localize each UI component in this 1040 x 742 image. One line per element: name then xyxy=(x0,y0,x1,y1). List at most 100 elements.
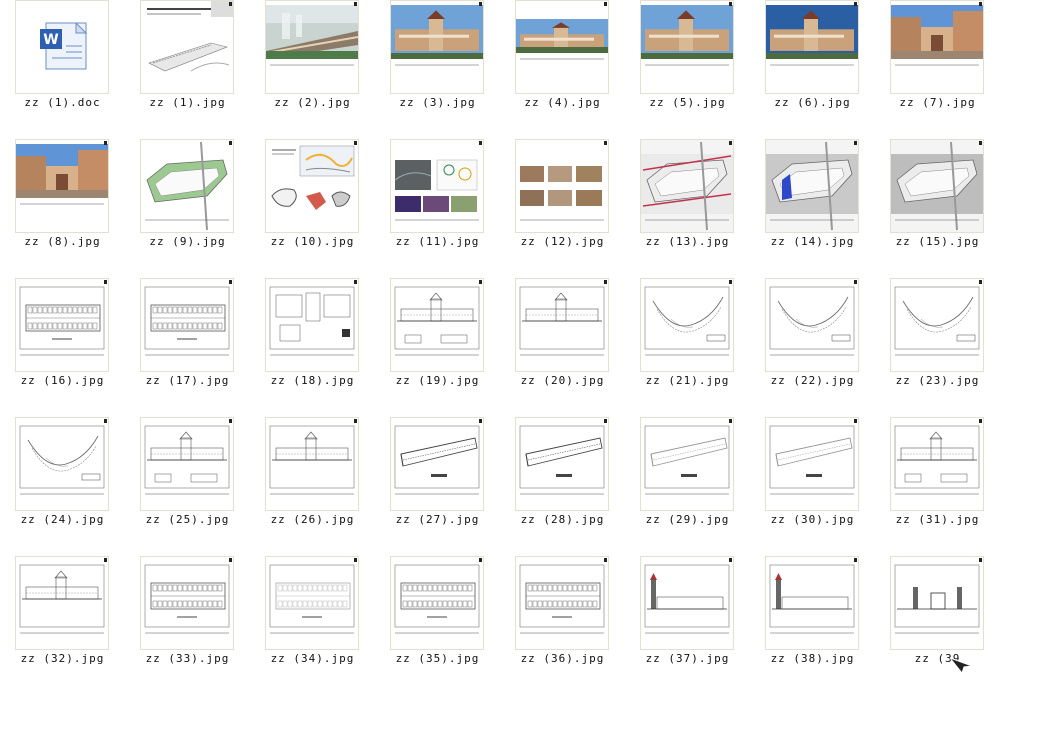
file-item-image[interactable]: zz (10).jpg xyxy=(250,139,375,277)
file-item-image[interactable]: zz (25).jpg xyxy=(125,417,250,555)
file-item-image[interactable]: zz (9).jpg xyxy=(125,139,250,277)
file-item-image[interactable]: zz (19).jpg xyxy=(375,278,500,416)
file-name-label[interactable]: zz (21).jpg xyxy=(625,374,750,387)
file-name-label[interactable]: zz (20).jpg xyxy=(500,374,625,387)
file-item-image[interactable]: zz (32).jpg xyxy=(0,556,125,694)
image-thumbnail[interactable] xyxy=(890,417,984,511)
file-item-image[interactable]: zz (21).jpg xyxy=(625,278,750,416)
image-thumbnail[interactable] xyxy=(390,139,484,233)
image-thumbnail[interactable] xyxy=(140,417,234,511)
file-item-image[interactable]: zz (23).jpg xyxy=(875,278,1000,416)
file-item-image[interactable]: zz (2).jpg xyxy=(250,0,375,138)
image-thumbnail[interactable] xyxy=(265,556,359,650)
file-name-label[interactable]: zz (15).jpg xyxy=(875,235,1000,248)
file-name-label[interactable]: zz (27).jpg xyxy=(375,513,500,526)
file-name-label[interactable]: zz (12).jpg xyxy=(500,235,625,248)
file-name-label[interactable]: zz (3).jpg xyxy=(375,96,500,109)
file-item-image[interactable]: zz (8).jpg xyxy=(0,139,125,277)
file-name-label[interactable]: zz (2).jpg xyxy=(250,96,375,109)
file-item-image[interactable]: zz (39 xyxy=(875,556,1000,694)
file-item-image[interactable]: zz (5).jpg xyxy=(625,0,750,138)
file-item-image[interactable]: zz (4).jpg xyxy=(500,0,625,138)
file-name-label[interactable]: zz (10).jpg xyxy=(250,235,375,248)
file-name-label[interactable]: zz (38).jpg xyxy=(750,652,875,665)
file-name-label[interactable]: zz (18).jpg xyxy=(250,374,375,387)
file-name-label[interactable]: zz (9).jpg xyxy=(125,235,250,248)
image-thumbnail[interactable] xyxy=(515,139,609,233)
word-document-icon[interactable]: W xyxy=(15,0,109,94)
image-thumbnail[interactable] xyxy=(140,278,234,372)
image-thumbnail[interactable] xyxy=(515,417,609,511)
file-item-image[interactable]: zz (13).jpg xyxy=(625,139,750,277)
file-item-image[interactable]: zz (18).jpg xyxy=(250,278,375,416)
file-item-image[interactable]: zz (7).jpg xyxy=(875,0,1000,138)
file-name-label[interactable]: zz (17).jpg xyxy=(125,374,250,387)
file-name-label[interactable]: zz (14).jpg xyxy=(750,235,875,248)
image-thumbnail[interactable] xyxy=(765,278,859,372)
file-name-label[interactable]: zz (33).jpg xyxy=(125,652,250,665)
file-name-label[interactable]: zz (23).jpg xyxy=(875,374,1000,387)
image-thumbnail[interactable] xyxy=(765,417,859,511)
image-thumbnail[interactable] xyxy=(765,139,859,233)
image-thumbnail[interactable] xyxy=(390,278,484,372)
file-item-image[interactable]: zz (35).jpg xyxy=(375,556,500,694)
file-item-image[interactable]: zz (27).jpg xyxy=(375,417,500,555)
image-thumbnail[interactable] xyxy=(390,417,484,511)
file-item-image[interactable]: zz (36).jpg xyxy=(500,556,625,694)
image-thumbnail[interactable] xyxy=(15,556,109,650)
file-item-image[interactable]: zz (30).jpg xyxy=(750,417,875,555)
image-thumbnail[interactable] xyxy=(890,278,984,372)
file-item-image[interactable]: zz (3).jpg xyxy=(375,0,500,138)
image-thumbnail[interactable] xyxy=(265,278,359,372)
file-name-label[interactable]: zz (19).jpg xyxy=(375,374,500,387)
file-item-image[interactable]: zz (1).jpg xyxy=(125,0,250,138)
file-name-label[interactable]: zz (28).jpg xyxy=(500,513,625,526)
file-item-image[interactable]: zz (29).jpg xyxy=(625,417,750,555)
image-thumbnail[interactable] xyxy=(890,139,984,233)
image-thumbnail[interactable] xyxy=(265,139,359,233)
file-item-image[interactable]: zz (38).jpg xyxy=(750,556,875,694)
file-item-image[interactable]: zz (12).jpg xyxy=(500,139,625,277)
image-thumbnail[interactable] xyxy=(140,0,234,94)
file-item-image[interactable]: zz (37).jpg xyxy=(625,556,750,694)
image-thumbnail[interactable] xyxy=(640,278,734,372)
file-name-label[interactable]: zz (13).jpg xyxy=(625,235,750,248)
image-thumbnail[interactable] xyxy=(15,417,109,511)
file-name-label[interactable]: zz (29).jpg xyxy=(625,513,750,526)
image-thumbnail[interactable] xyxy=(15,278,109,372)
file-item-image[interactable]: zz (6).jpg xyxy=(750,0,875,138)
file-name-label[interactable]: zz (16).jpg xyxy=(0,374,125,387)
file-item-image[interactable]: zz (14).jpg xyxy=(750,139,875,277)
image-thumbnail[interactable] xyxy=(265,417,359,511)
file-item-image[interactable]: zz (26).jpg xyxy=(250,417,375,555)
image-thumbnail[interactable] xyxy=(640,0,734,94)
file-name-label[interactable]: zz (8).jpg xyxy=(0,235,125,248)
image-thumbnail[interactable] xyxy=(390,0,484,94)
file-item-image[interactable]: zz (33).jpg xyxy=(125,556,250,694)
file-item-image[interactable]: zz (31).jpg xyxy=(875,417,1000,555)
file-item-image[interactable]: zz (11).jpg xyxy=(375,139,500,277)
file-item-doc[interactable]: W zz (1).doc xyxy=(0,0,125,138)
file-name-label[interactable]: zz (36).jpg xyxy=(500,652,625,665)
image-thumbnail[interactable] xyxy=(515,556,609,650)
file-name-label[interactable]: zz (11).jpg xyxy=(375,235,500,248)
file-name-label[interactable]: zz (37).jpg xyxy=(625,652,750,665)
file-name-label[interactable]: zz (25).jpg xyxy=(125,513,250,526)
file-item-image[interactable]: zz (20).jpg xyxy=(500,278,625,416)
image-thumbnail[interactable] xyxy=(515,278,609,372)
file-name-label[interactable]: zz (7).jpg xyxy=(875,96,1000,109)
file-item-image[interactable]: zz (24).jpg xyxy=(0,417,125,555)
image-thumbnail[interactable] xyxy=(765,0,859,94)
file-name-label[interactable]: zz (4).jpg xyxy=(500,96,625,109)
file-item-image[interactable]: zz (22).jpg xyxy=(750,278,875,416)
file-name-label[interactable]: zz (1).doc xyxy=(0,96,125,109)
image-thumbnail[interactable] xyxy=(640,417,734,511)
file-name-label[interactable]: zz (1).jpg xyxy=(125,96,250,109)
file-name-label[interactable]: zz (5).jpg xyxy=(625,96,750,109)
image-thumbnail[interactable] xyxy=(765,556,859,650)
image-thumbnail[interactable] xyxy=(890,556,984,650)
image-thumbnail[interactable] xyxy=(640,556,734,650)
image-thumbnail[interactable] xyxy=(265,0,359,94)
file-name-label[interactable]: zz (31).jpg xyxy=(875,513,1000,526)
image-thumbnail[interactable] xyxy=(390,556,484,650)
